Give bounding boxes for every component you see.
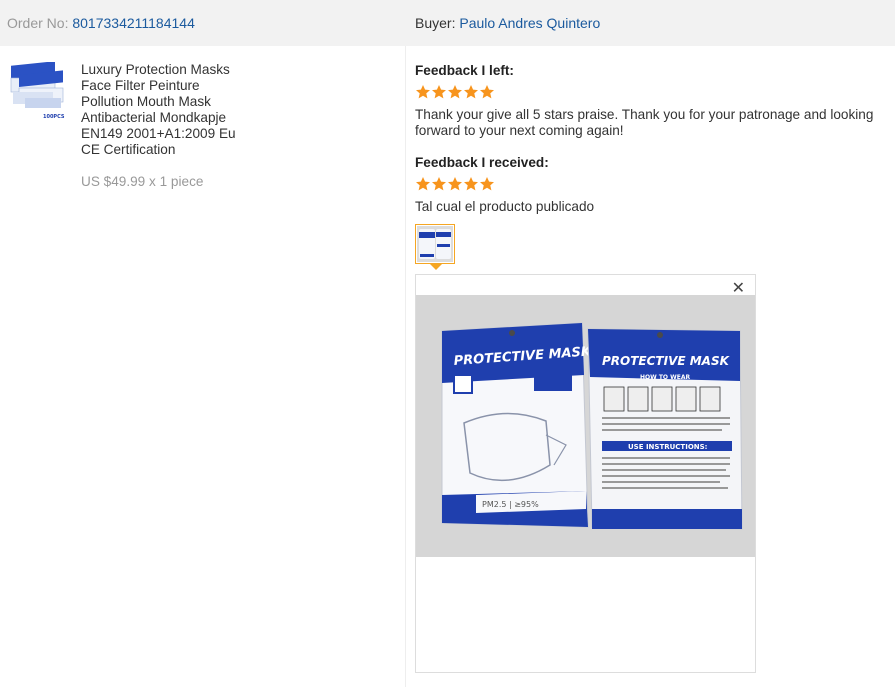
feedback-received-rating	[415, 176, 495, 192]
star-icon	[464, 85, 478, 99]
buyer-label: Buyer:	[415, 15, 456, 31]
order-number-row: Order No: 8017334211184144	[7, 15, 195, 31]
order-number-label: Order No:	[7, 15, 69, 31]
product-title[interactable]: Luxury Protection Masks Face Filter Pein…	[81, 62, 251, 158]
right-mask-bag: PROTECTIVE MASK HOW TO WEAR USE INSTRUCT…	[587, 328, 743, 530]
feedback-received-text: Tal cual el producto publicado	[415, 199, 595, 214]
buyer-name-link[interactable]: Paulo Andres Quintero	[459, 15, 600, 31]
left-bag-pm-label: PM2.5 | ≥95%	[482, 500, 539, 509]
right-bag-label: PROTECTIVE MASK	[602, 354, 731, 368]
star-icon	[448, 85, 462, 99]
left-mask-bag: PROTECTIVE MASK PM2.5 | ≥95%	[441, 322, 592, 528]
feedback-photo[interactable]: PROTECTIVE MASK PM2.5 | ≥95% PROTECTIVE …	[416, 295, 755, 557]
feedback-left-rating	[415, 84, 495, 100]
feedback-left-title: Feedback I left:	[415, 63, 514, 78]
star-icon	[432, 85, 446, 99]
product-price: US $49.99 x 1 piece	[81, 174, 204, 189]
feedback-left-text: Thank your give all 5 stars praise. Than…	[415, 107, 874, 138]
buyer-row: Buyer: Paulo Andres Quintero	[415, 15, 600, 31]
product-thumbnail[interactable]: 100PCS	[9, 61, 67, 120]
feedback-received-title: Feedback I received:	[415, 155, 549, 170]
product-thumb-badge: 100PCS	[43, 114, 65, 120]
star-icon	[416, 85, 430, 99]
star-icon	[416, 177, 430, 191]
star-icon	[432, 177, 446, 191]
thumbnail-pointer	[430, 264, 442, 270]
star-icon	[480, 177, 494, 191]
order-header: Order No: 8017334211184144 Buyer: Paulo …	[0, 0, 895, 46]
star-icon	[480, 85, 494, 99]
how-to-wear-label: HOW TO WEAR	[640, 374, 690, 381]
star-icon	[464, 177, 478, 191]
order-number-link[interactable]: 8017334211184144	[72, 15, 195, 31]
star-icon	[448, 177, 462, 191]
feedback-photo-thumbnail[interactable]	[415, 224, 455, 264]
column-divider	[405, 46, 406, 687]
photo-viewer: ✕ PROTECTIVE MASK PM2.5 | ≥95% PROTECTIV…	[415, 274, 756, 673]
close-icon[interactable]: ✕	[732, 280, 745, 296]
use-instructions-label: USE INSTRUCTIONS:	[628, 443, 708, 451]
